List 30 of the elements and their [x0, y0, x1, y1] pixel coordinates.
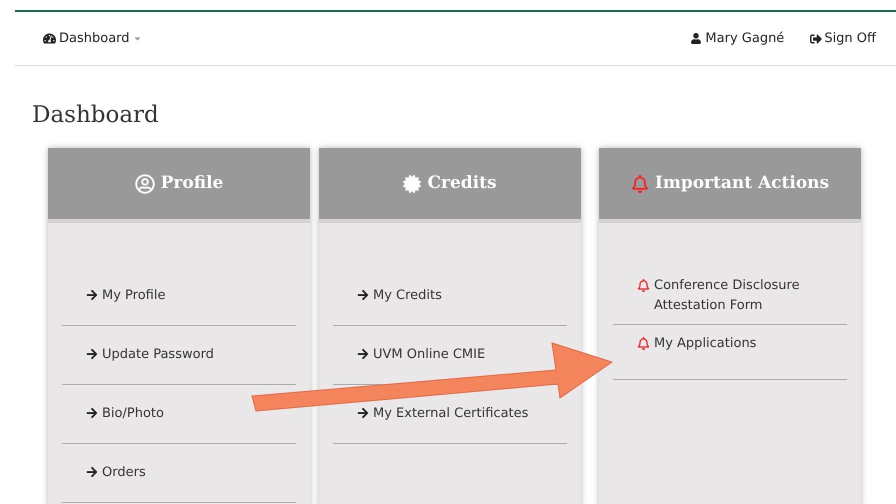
card-link[interactable]: Bio/Photo — [86, 404, 164, 424]
card-link[interactable]: UVM Online CMIE — [357, 345, 486, 365]
card-link[interactable]: Orders — [86, 463, 146, 483]
card-link[interactable]: My External Certificates — [357, 404, 528, 424]
arrow-right-icon — [357, 407, 369, 419]
card-link[interactable]: My Profile — [86, 286, 166, 306]
card-title: Profile — [160, 172, 224, 195]
user-icon — [691, 33, 702, 44]
arrow-right-icon — [357, 289, 369, 301]
sign-out-icon — [810, 32, 822, 44]
arrow-right-icon — [357, 348, 369, 360]
card-title: Credits — [427, 172, 497, 195]
card-link[interactable]: Update Password — [86, 345, 214, 365]
bell-icon — [637, 337, 650, 350]
card-link[interactable]: Conference Disclosure Attestation Form — [637, 276, 827, 316]
arrow-right-icon — [86, 466, 98, 478]
card-title: Important Actions — [654, 172, 830, 195]
user-link[interactable]: Mary Gagné — [691, 28, 784, 48]
arrow-right-icon — [86, 348, 98, 360]
sign-off-link[interactable]: Sign Off — [810, 28, 876, 48]
card-link[interactable]: My Applications — [637, 334, 756, 354]
badge-icon — [403, 174, 422, 192]
gauge-icon — [43, 32, 56, 45]
bell-icon — [637, 279, 650, 292]
arrow-right-icon — [86, 289, 98, 301]
arrow-right-icon — [86, 407, 98, 419]
page-title: Dashboard — [32, 101, 160, 130]
dashboard-menu[interactable]: Dashboard — [43, 28, 142, 48]
bell-icon — [630, 174, 649, 192]
card-link[interactable]: My Credits — [357, 286, 442, 306]
